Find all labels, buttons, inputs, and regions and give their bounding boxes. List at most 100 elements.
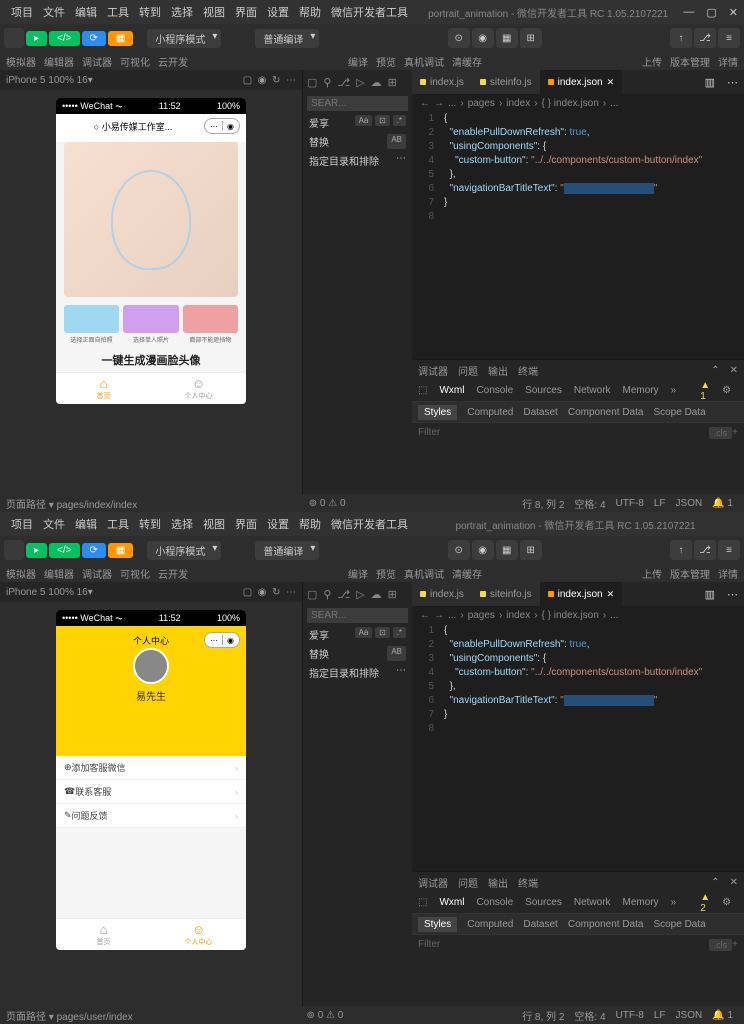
capsule[interactable]: ⋯◉ [204, 632, 240, 648]
thumb[interactable]: 选择正面自拍照 [64, 305, 119, 344]
menu-item[interactable]: 帮助 [294, 4, 326, 20]
dt-tab[interactable]: Memory [623, 897, 659, 908]
dt-hdr-item[interactable]: 输出 [488, 875, 508, 890]
code-button[interactable]: </> [49, 31, 79, 46]
tab-home[interactable]: ⌂首页 [56, 919, 151, 950]
menu-item[interactable]: 设置 [262, 516, 294, 532]
editor-tab[interactable]: siteinfo.js [472, 70, 540, 94]
maximize-icon[interactable]: ▢ [706, 6, 716, 19]
device-select[interactable]: iPhone 5 100% 16 [6, 75, 88, 86]
list-item[interactable]: ⊕ 添加客服微信› [56, 756, 246, 780]
menu-item[interactable]: 文件 [38, 4, 70, 20]
sub-item[interactable]: 可视化 [120, 54, 150, 69]
action-btn[interactable]: ⊙ [448, 540, 470, 560]
dev-icon[interactable]: ▢ [243, 75, 252, 86]
visual-button[interactable]: ▦ [108, 543, 133, 558]
close-icon[interactable]: ✕ [730, 877, 738, 888]
minimize-icon[interactable]: — [683, 6, 694, 19]
avatar[interactable] [133, 648, 169, 684]
sb-item[interactable]: LF [649, 498, 671, 509]
debug-button[interactable]: ⟳ [82, 31, 106, 46]
panel-icon[interactable]: ⚲ [323, 76, 331, 89]
tab-profile[interactable]: ☺个人中心 [151, 373, 246, 404]
menu-item[interactable]: 项目 [6, 516, 38, 532]
breadcrumb[interactable]: ←→ ...›pages›index›{ } index.json›... [412, 606, 744, 624]
dt-tab[interactable]: Network [574, 897, 611, 908]
sub-item[interactable]: 云开发 [158, 54, 188, 69]
editor-tab[interactable]: index.json✕ [540, 70, 623, 94]
panel-icon[interactable]: ▷ [356, 76, 364, 89]
version-btn[interactable]: ⎇ [694, 28, 716, 48]
menu-item[interactable]: 界面 [230, 516, 262, 532]
dt-hdr-item[interactable]: 问题 [458, 363, 478, 378]
action-btn[interactable]: ⊞ [520, 540, 542, 560]
close-icon[interactable]: ✕ [730, 365, 738, 376]
menu-item[interactable]: 编辑 [70, 516, 102, 532]
warning-badge[interactable]: ▲ 1 [700, 380, 710, 402]
page-path[interactable]: 页面路径 ▾ pages/user/index [6, 1008, 133, 1023]
panel-icon[interactable]: ☁ [371, 588, 382, 601]
dt-tab[interactable]: Memory [623, 385, 659, 396]
capsule[interactable]: ⋯◉ [204, 118, 240, 134]
detail-btn[interactable]: ≡ [718, 28, 740, 48]
filter-input[interactable]: Filter [418, 939, 440, 950]
split-icon[interactable]: ▥ [699, 76, 721, 89]
panel-icon[interactable]: ☁ [371, 76, 382, 89]
editor-tab[interactable]: siteinfo.js [472, 582, 540, 606]
dt-sub-tab[interactable]: Styles [418, 917, 457, 932]
phone-simulator[interactable]: ••••• WeChat ⏦ 11:52 100% 个人中心 ⋯◉ 易先生 [56, 610, 246, 950]
menu-item[interactable]: 编辑 [70, 4, 102, 20]
dev-icon[interactable]: ⋯ [286, 587, 296, 598]
debug-button[interactable]: ⟳ [82, 543, 106, 558]
compile-dropdown[interactable]: 普通编译 [255, 541, 319, 560]
dt-sub-tab[interactable]: Component Data [568, 407, 644, 418]
page-path[interactable]: 页面路径 ▾ pages/index/index [6, 496, 137, 511]
dt-hdr-item[interactable]: 输出 [488, 363, 508, 378]
search-val[interactable]: 爱享 [309, 627, 329, 642]
split-icon[interactable]: ▥ [699, 588, 721, 601]
exclude-label[interactable]: 指定目录和排除 [309, 153, 379, 168]
code-button[interactable]: </> [49, 543, 79, 558]
more-icon[interactable]: ⋯ [721, 76, 744, 89]
menu-item[interactable]: 转到 [134, 4, 166, 20]
menu-item[interactable]: 视图 [198, 4, 230, 20]
close-icon[interactable]: ✕ [607, 589, 615, 600]
upload-btn[interactable]: ↑ [670, 28, 692, 48]
sub-item[interactable]: 编辑器 [44, 54, 74, 69]
menu-item[interactable]: 帮助 [294, 516, 326, 532]
menu-item[interactable]: 工具 [102, 516, 134, 532]
gear-icon[interactable]: ⚙ [722, 385, 731, 396]
action-btn[interactable]: ◉ [472, 540, 494, 560]
replace-val[interactable]: 替换 [309, 646, 329, 661]
device-select[interactable]: iPhone 5 100% 16 [6, 587, 88, 598]
chevron-up-icon[interactable]: ⌃ [711, 877, 719, 888]
dt-hdr-item[interactable]: 调试器 [418, 875, 448, 890]
sb-item[interactable]: 行 8, 列 2 [517, 496, 569, 511]
menu-item[interactable]: 设置 [262, 4, 294, 20]
dt-sub-tab[interactable]: Dataset [523, 407, 557, 418]
action-btn[interactable]: ▦ [496, 28, 518, 48]
dt-sub-tab[interactable]: Scope Data [653, 919, 705, 930]
list-item[interactable]: ✎ 问题反馈› [56, 804, 246, 828]
search-input[interactable] [307, 96, 408, 111]
menu-item[interactable]: 选择 [166, 516, 198, 532]
panel-icon[interactable]: ⎇ [337, 588, 350, 601]
editor-tab[interactable]: index.json✕ [540, 582, 623, 606]
panel-icon[interactable]: ▢ [307, 76, 317, 89]
sub-item[interactable]: 模拟器 [6, 566, 36, 581]
version-btn[interactable]: ⎇ [694, 540, 716, 560]
chevron-up-icon[interactable]: ⌃ [711, 365, 719, 376]
menu-item[interactable]: 界面 [230, 4, 262, 20]
dt-hdr-item[interactable]: 终端 [518, 875, 538, 890]
dt-tab[interactable]: Wxml [439, 897, 464, 908]
code-editor[interactable]: 12345678 { "enablePullDownRefresh": true… [412, 112, 744, 359]
cls-button[interactable]: .cls [709, 427, 733, 439]
sb-item[interactable]: 空格: 4 [569, 496, 610, 511]
sub-item[interactable]: 编辑器 [44, 566, 74, 581]
plus-button[interactable]: + [732, 939, 738, 950]
visual-button[interactable]: ▦ [108, 31, 133, 46]
search-val[interactable]: 爱享 [309, 115, 329, 130]
dt-sub-tab[interactable]: Styles [418, 405, 457, 420]
sb-item[interactable]: LF [649, 1010, 671, 1021]
menu-item[interactable]: 文件 [38, 516, 70, 532]
